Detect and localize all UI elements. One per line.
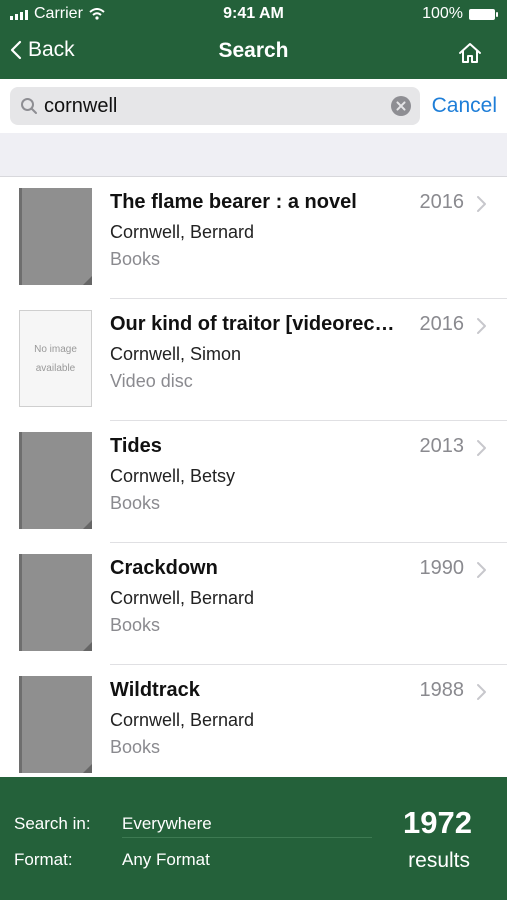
cancel-button[interactable]: Cancel — [432, 94, 497, 118]
no-image-cover: No image available — [19, 310, 92, 407]
book-cover — [19, 676, 92, 773]
results-list: The flame bearer : a novel Cornwell, Ber… — [0, 177, 507, 777]
item-author: Cornwell, Simon — [110, 344, 242, 364]
search-in-value[interactable]: Everywhere — [122, 814, 212, 834]
item-year: 2013 — [419, 435, 465, 457]
chevron-right-icon — [477, 562, 486, 578]
battery-icon — [469, 8, 498, 20]
item-author: Cornwell, Bernard — [110, 588, 255, 608]
footer-divider — [122, 837, 372, 838]
item-title: The flame bearer : a novel — [110, 191, 357, 213]
item-title: Crackdown — [110, 557, 218, 579]
item-title: Our kind of traitor [videorecording] — [110, 313, 405, 335]
search-summary-footer[interactable]: Search in: Everywhere Format: Any Format… — [0, 777, 507, 900]
list-item[interactable]: Tides Cornwell, Betsy Books 2013 — [0, 421, 507, 543]
item-year: 1990 — [419, 557, 465, 579]
item-year: 1988 — [419, 679, 465, 701]
search-in-label: Search in: — [14, 814, 91, 833]
chevron-right-icon — [477, 440, 486, 456]
item-author: Cornwell, Bernard — [110, 710, 255, 730]
format-value[interactable]: Any Format — [122, 850, 210, 870]
book-cover — [19, 188, 92, 285]
search-row: Cancel — [0, 79, 507, 133]
item-format: Books — [110, 249, 161, 269]
book-cover — [19, 554, 92, 651]
item-title: Tides — [110, 435, 162, 457]
item-author: Cornwell, Betsy — [110, 466, 236, 486]
results-count: 1972 — [403, 805, 472, 840]
top-bar: Carrier 9:41 AM 100% Back Search — [0, 0, 507, 79]
list-item[interactable]: Wildtrack Cornwell, Bernard Books 1988 — [0, 665, 507, 777]
home-icon[interactable] — [457, 40, 483, 66]
item-title: Wildtrack — [110, 679, 200, 701]
item-format: Books — [110, 737, 161, 757]
page-title: Search — [218, 39, 289, 62]
no-image-text: No image — [34, 344, 77, 355]
section-spacer — [0, 133, 507, 177]
book-cover — [19, 432, 92, 529]
list-item[interactable]: Crackdown Cornwell, Bernard Books 1990 — [0, 543, 507, 665]
search-box[interactable] — [10, 87, 420, 125]
search-input[interactable] — [44, 91, 384, 121]
navigation-bar: Back Search — [0, 30, 507, 79]
chevron-right-icon — [477, 196, 486, 212]
item-author: Cornwell, Bernard — [110, 222, 255, 242]
item-format: Books — [110, 615, 161, 635]
results-label: results — [408, 849, 470, 872]
battery-label: 100% — [422, 5, 463, 22]
status-bar: Carrier 9:41 AM 100% — [0, 0, 507, 30]
chevron-right-icon — [477, 684, 486, 700]
item-format: Video disc — [110, 371, 193, 391]
item-year: 2016 — [419, 191, 465, 213]
no-image-text: available — [35, 363, 76, 374]
item-year: 2016 — [419, 313, 465, 335]
search-icon — [21, 98, 37, 114]
chevron-right-icon — [477, 318, 486, 334]
clear-icon[interactable] — [391, 96, 411, 116]
list-item[interactable]: No image available Our kind of traitor [… — [0, 299, 507, 421]
format-label: Format: — [14, 850, 73, 869]
item-format: Books — [110, 493, 161, 513]
list-item[interactable]: The flame bearer : a novel Cornwell, Ber… — [0, 177, 507, 299]
